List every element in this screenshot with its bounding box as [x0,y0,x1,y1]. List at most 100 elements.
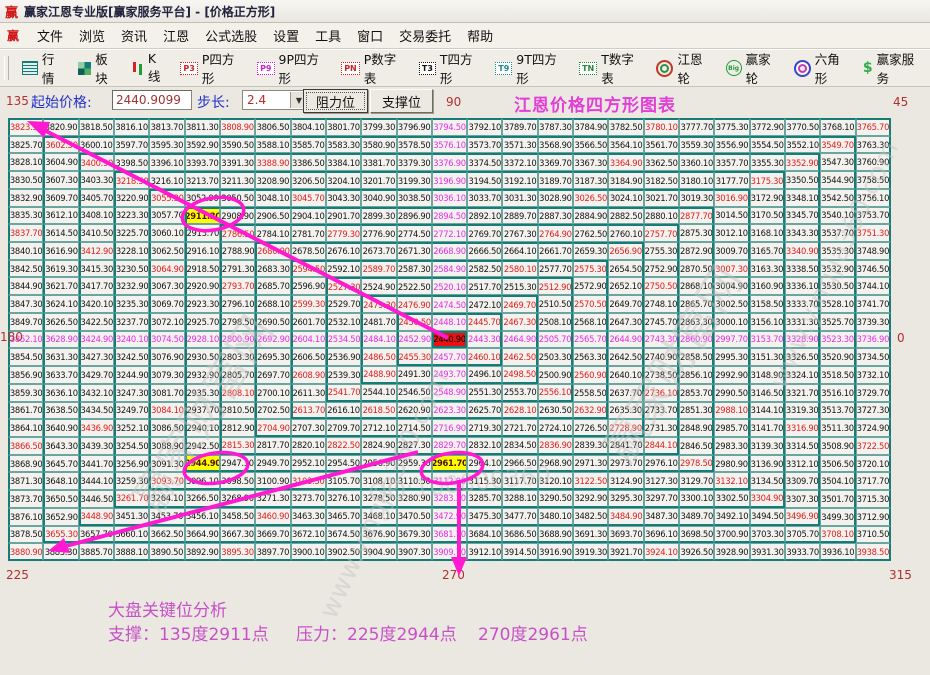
grid-cell-r0c10[interactable]: 3799.30 [361,118,396,136]
grid-cell-r12c22[interactable]: 3328.90 [785,331,820,349]
grid-cell-r8c9[interactable]: 2592.10 [326,260,361,278]
grid-cell-r8c7[interactable]: 2683.30 [255,260,290,278]
grid-cell-r22c23[interactable]: 3499.30 [820,508,855,526]
grid-cell-r11c22[interactable]: 3331.30 [785,313,820,331]
menu-item-3[interactable]: 江恩 [163,30,189,45]
grid-cell-r22c24[interactable]: 3712.90 [856,508,891,526]
grid-cell-r13c10[interactable]: 2486.50 [361,348,396,366]
grid-cell-r19c6[interactable]: 2947.30 [220,455,255,473]
grid-cell-r8c24[interactable]: 3746.50 [856,260,891,278]
grid-cell-r11c0[interactable]: 3849.70 [8,313,43,331]
grid-cell-r1c6[interactable]: 3590.50 [220,136,255,154]
grid-cell-r10c8[interactable]: 2599.30 [291,295,326,313]
grid-cell-r18c1[interactable]: 3643.30 [43,437,78,455]
grid-cell-r6c14[interactable]: 2767.30 [502,224,537,242]
grid-cell-r9c17[interactable]: 2652.10 [608,277,643,295]
grid-cell-r19c1[interactable]: 3645.70 [43,455,78,473]
grid-cell-r22c22[interactable]: 3496.90 [785,508,820,526]
grid-cell-r21c20[interactable]: 3302.50 [714,490,749,508]
toolbar-item-0[interactable]: 行情 [22,49,64,87]
grid-cell-r9c8[interactable]: 2596.90 [291,277,326,295]
toolbar-item-3[interactable]: P3P四方形 [180,49,243,87]
grid-cell-r1c16[interactable]: 3566.50 [573,136,608,154]
grid-cell-r23c3[interactable]: 3660.10 [114,526,149,544]
grid-cell-r14c5[interactable]: 2932.90 [185,366,220,384]
grid-cell-r5c8[interactable]: 2904.10 [291,207,326,225]
grid-cell-r17c2[interactable]: 3436.90 [79,419,114,437]
grid-cell-r6c5[interactable]: 2913.70 [185,224,220,242]
grid-cell-r2c23[interactable]: 3547.30 [820,153,855,171]
grid-cell-r2c6[interactable]: 3391.30 [220,153,255,171]
grid-cell-r23c12[interactable]: 3681.70 [432,526,467,544]
grid-cell-r0c19[interactable]: 3777.70 [679,118,714,136]
grid-cell-r20c21[interactable]: 3134.50 [750,472,785,490]
grid-cell-r22c12[interactable]: 3472.90 [432,508,467,526]
grid-cell-r10c10[interactable]: 2479.30 [361,295,396,313]
grid-cell-r13c4[interactable]: 3076.90 [149,348,184,366]
grid-cell-r20c18[interactable]: 3127.30 [644,472,679,490]
grid-cell-r18c7[interactable]: 2817.70 [255,437,290,455]
grid-cell-r0c6[interactable]: 3808.90 [220,118,255,136]
grid-cell-r16c5[interactable]: 2937.70 [185,402,220,420]
grid-cell-r11c2[interactable]: 3422.50 [79,313,114,331]
grid-cell-r8c12[interactable]: 2584.90 [432,260,467,278]
grid-cell-r23c5[interactable]: 3664.90 [185,526,220,544]
grid-cell-r4c3[interactable]: 3220.90 [114,189,149,207]
grid-cell-r11c18[interactable]: 2745.70 [644,313,679,331]
grid-cell-r15c3[interactable]: 3247.30 [114,384,149,402]
grid-cell-r11c4[interactable]: 3072.10 [149,313,184,331]
grid-cell-r18c13[interactable]: 2832.10 [467,437,502,455]
grid-cell-r19c16[interactable]: 2971.30 [573,455,608,473]
grid-cell-r11c11[interactable]: 2450.50 [397,313,432,331]
grid-cell-r5c6[interactable]: 2908.90 [220,207,255,225]
grid-cell-r3c14[interactable]: 3192.10 [502,171,537,189]
grid-cell-r8c17[interactable]: 2654.50 [608,260,643,278]
grid-cell-r0c15[interactable]: 3787.30 [538,118,573,136]
grid-cell-r16c12[interactable]: 2623.30 [432,402,467,420]
grid-cell-r16c21[interactable]: 3144.10 [750,402,785,420]
toolbar-item-12[interactable]: $赢家服务 [863,49,923,87]
grid-cell-r24c7[interactable]: 3897.70 [255,543,290,561]
grid-cell-r13c20[interactable]: 2995.30 [714,348,749,366]
grid-cell-r23c17[interactable]: 3693.70 [608,526,643,544]
grid-cell-r7c19[interactable]: 2872.90 [679,242,714,260]
grid-cell-r17c17[interactable]: 2728.90 [608,419,643,437]
grid-cell-r23c15[interactable]: 3688.90 [538,526,573,544]
menu-item-5[interactable]: 设置 [273,30,299,45]
grid-cell-r1c7[interactable]: 3588.10 [255,136,290,154]
grid-cell-r4c16[interactable]: 3026.50 [573,189,608,207]
grid-cell-r15c21[interactable]: 3146.50 [750,384,785,402]
grid-cell-r12c24[interactable]: 3736.90 [856,331,891,349]
grid-cell-r1c19[interactable]: 3559.30 [679,136,714,154]
grid-cell-r3c17[interactable]: 3184.90 [608,171,643,189]
grid-cell-r24c6[interactable]: 3895.30 [220,543,255,561]
grid-cell-r2c21[interactable]: 3355.30 [750,153,785,171]
grid-cell-r5c19[interactable]: 2877.70 [679,207,714,225]
grid-cell-r20c10[interactable]: 3108.10 [361,472,396,490]
grid-cell-r23c16[interactable]: 3691.30 [573,526,608,544]
grid-cell-r4c0[interactable]: 3832.90 [8,189,43,207]
grid-cell-r0c18[interactable]: 3780.10 [644,118,679,136]
grid-cell-r15c5[interactable]: 2935.30 [185,384,220,402]
grid-cell-r7c13[interactable]: 2666.50 [467,242,502,260]
grid-cell-r24c1[interactable]: 3883.30 [43,543,78,561]
grid-cell-r13c11[interactable]: 2455.30 [397,348,432,366]
grid-cell-r1c11[interactable]: 3578.50 [397,136,432,154]
grid-cell-r17c16[interactable]: 2726.50 [573,419,608,437]
grid-cell-r5c9[interactable]: 2901.70 [326,207,361,225]
grid-cell-r13c14[interactable]: 2462.50 [502,348,537,366]
grid-cell-r15c1[interactable]: 3636.10 [43,384,78,402]
grid-cell-r21c0[interactable]: 3873.70 [8,490,43,508]
grid-cell-r0c2[interactable]: 3818.50 [79,118,114,136]
grid-cell-r5c17[interactable]: 2882.50 [608,207,643,225]
grid-cell-r9c23[interactable]: 3530.50 [820,277,855,295]
grid-cell-r18c19[interactable]: 2846.50 [679,437,714,455]
grid-cell-r24c4[interactable]: 3890.50 [149,543,184,561]
grid-cell-r4c9[interactable]: 3043.30 [326,189,361,207]
grid-cell-r2c10[interactable]: 3381.70 [361,153,396,171]
grid-cell-r17c9[interactable]: 2709.70 [326,419,361,437]
grid-cell-r13c0[interactable]: 3854.50 [8,348,43,366]
grid-cell-r23c22[interactable]: 3705.70 [785,526,820,544]
grid-cell-r0c3[interactable]: 3816.10 [114,118,149,136]
grid-cell-r21c7[interactable]: 3271.30 [255,490,290,508]
